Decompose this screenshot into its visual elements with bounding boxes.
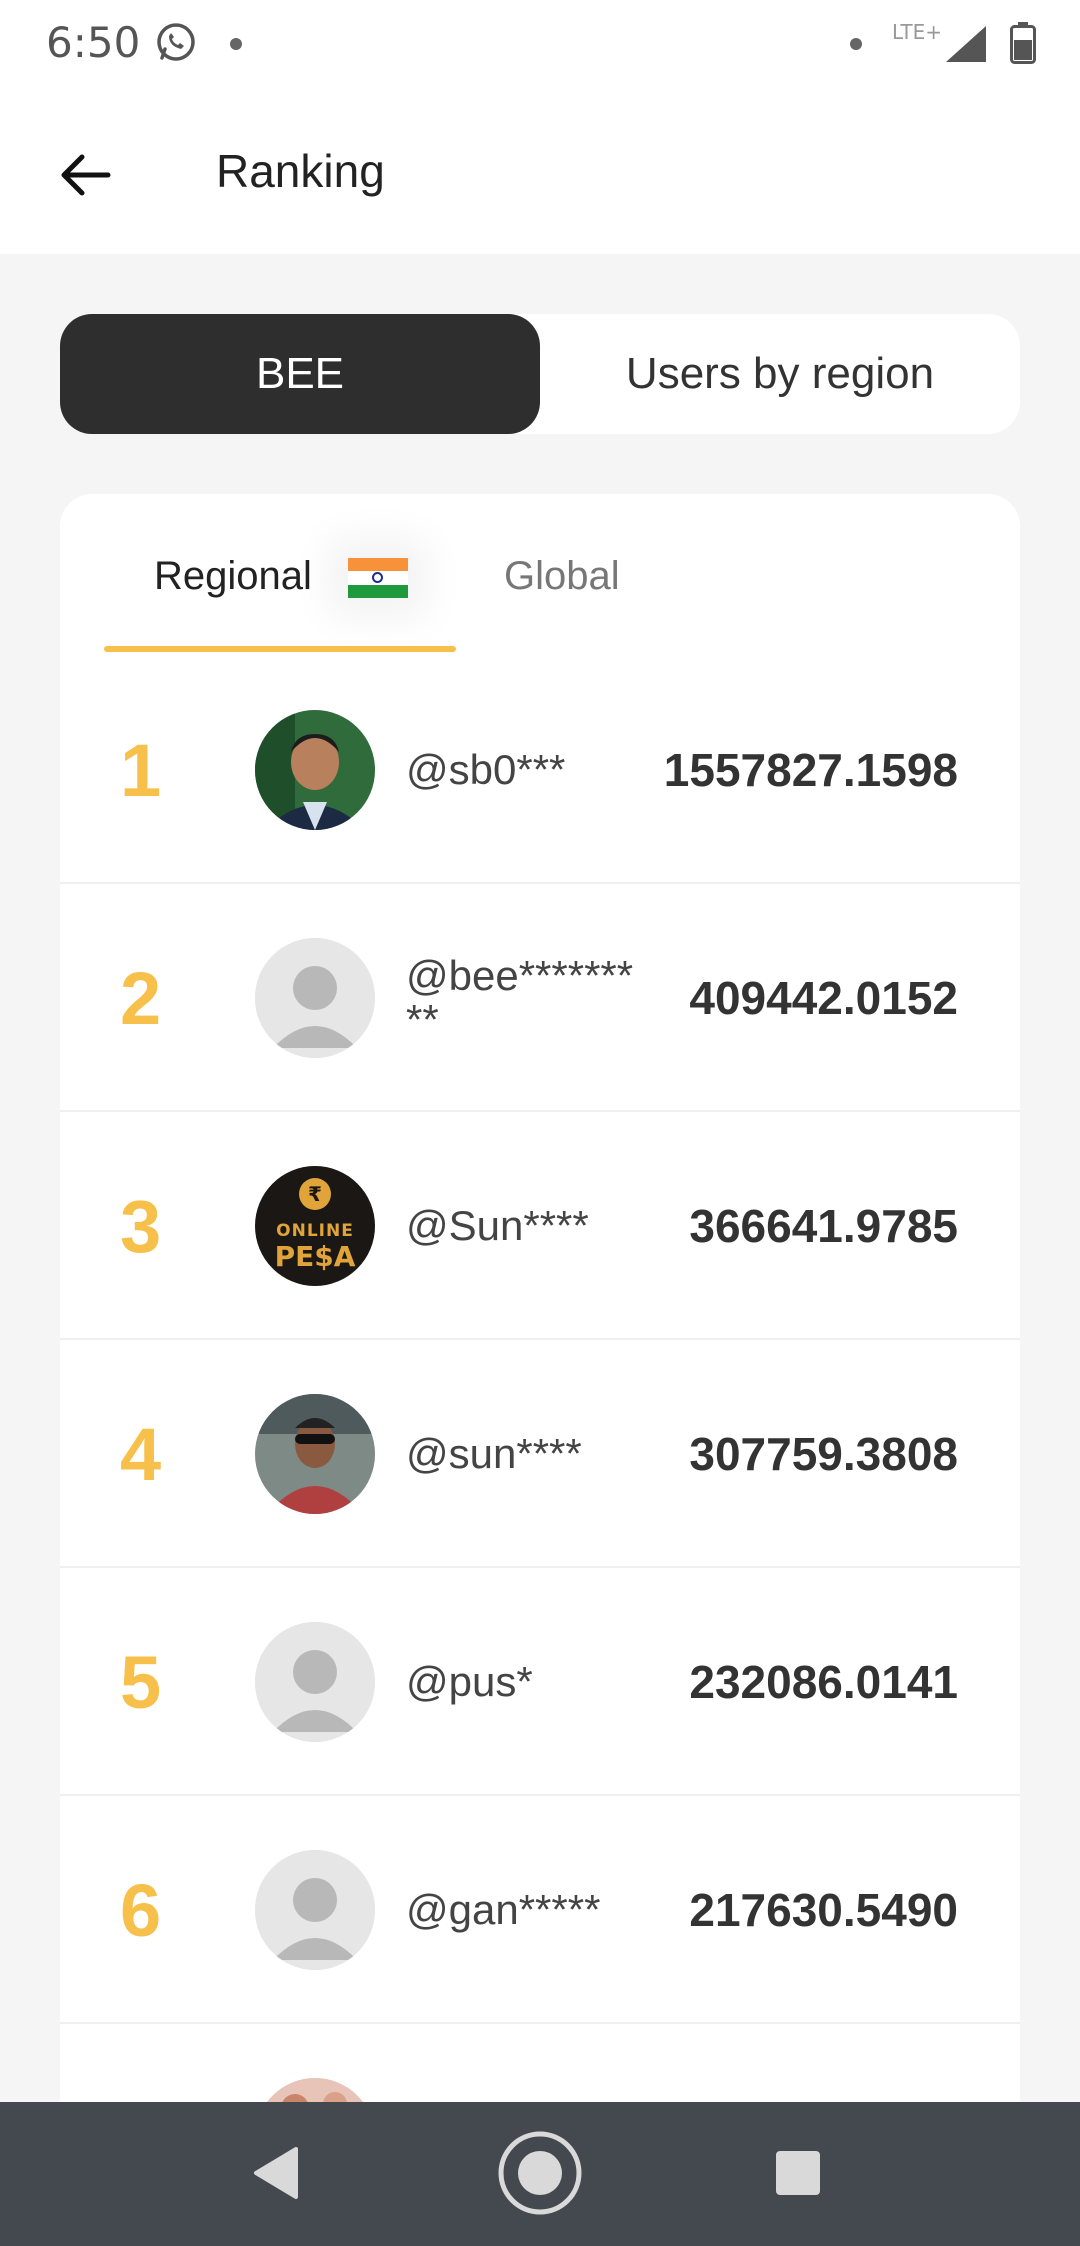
- svg-text:ONLINE: ONLINE: [276, 1221, 354, 1241]
- score: 409442.0152: [689, 972, 958, 1024]
- active-tab-indicator: [104, 646, 456, 652]
- username: @sb0***: [406, 745, 566, 793]
- default-avatar-icon: [255, 1622, 375, 1742]
- score: 217630.5490: [689, 1884, 958, 1936]
- circle-home-icon: [498, 2131, 582, 2215]
- avatar: [255, 710, 375, 830]
- tab-regional[interactable]: Regional: [154, 554, 312, 599]
- rank-number: 3: [120, 1184, 162, 1268]
- avatar: [255, 2078, 375, 2104]
- ranking-row[interactable]: 5 @pus* 232086.0141: [60, 1568, 1020, 1796]
- avatar: [255, 1622, 375, 1742]
- ranking-card: Regional Global 1 @sb0*** 1557827.1598 2: [60, 494, 1020, 2104]
- user-photo-icon: [255, 2078, 375, 2104]
- system-nav-bar: [0, 2102, 1080, 2246]
- square-recents-icon: [776, 2151, 820, 2195]
- svg-text:PE$A: PE$A: [275, 1240, 356, 1273]
- avatar: [255, 1394, 375, 1514]
- ranking-row[interactable]: 1 @sb0*** 1557827.1598: [60, 656, 1020, 884]
- svg-text:₹: ₹: [308, 1182, 322, 1206]
- india-flag-icon: [348, 558, 408, 598]
- triangle-back-icon: [254, 2147, 298, 2199]
- scope-tabs: Regional Global: [60, 494, 1020, 654]
- rank-number: 4: [120, 1412, 162, 1496]
- back-button[interactable]: [50, 140, 120, 210]
- tab-global[interactable]: Global: [504, 554, 620, 599]
- nav-recents-button[interactable]: [753, 2128, 843, 2218]
- rank-number: 7: [120, 2024, 161, 2105]
- notification-dot-icon: [230, 38, 242, 50]
- username: @pus*: [406, 1657, 533, 1705]
- bee-segment-button[interactable]: BEE: [60, 314, 540, 434]
- page-title: Ranking: [216, 145, 385, 197]
- rank-number: 5: [120, 1640, 162, 1724]
- nav-back-button[interactable]: [230, 2128, 320, 2218]
- default-avatar-icon: [255, 938, 375, 1058]
- app-bar: Ranking: [0, 88, 1080, 254]
- signal-icon: [946, 26, 986, 62]
- ranking-row[interactable]: 3 ₹ ONLINE PE$A @Sun**** 366641.9785: [60, 1112, 1020, 1340]
- whatsapp-icon: [157, 23, 195, 61]
- users-by-region-segment-button[interactable]: Users by region: [540, 314, 1020, 434]
- arrow-left-icon: [61, 154, 111, 196]
- username: @sun****: [406, 1429, 582, 1477]
- username: [406, 2024, 646, 2104]
- avatar: ₹ ONLINE PE$A: [255, 1166, 375, 1286]
- score: 232086.0141: [689, 1656, 958, 1708]
- score: 366641.9785: [689, 1200, 958, 1252]
- user-photo-icon: [255, 710, 375, 830]
- score: 1557827.1598: [663, 744, 958, 796]
- username: @gan*****: [406, 1885, 601, 1933]
- status-dot-icon: [850, 38, 862, 50]
- score: 307759.3808: [689, 1428, 958, 1480]
- rank-number: 1: [120, 728, 162, 812]
- username: @Sun****: [406, 1201, 589, 1249]
- status-time: 6:50: [46, 18, 141, 67]
- user-photo-icon: [255, 1394, 375, 1514]
- rank-number: 6: [120, 1868, 162, 1952]
- online-pesa-logo: ₹ ONLINE PE$A: [255, 1166, 375, 1286]
- status-bar: 6:50 LTE+: [0, 0, 1080, 88]
- default-avatar-icon: [255, 1850, 375, 1970]
- avatar: [255, 938, 375, 1058]
- avatar: [255, 1850, 375, 1970]
- username: @bee*********: [406, 951, 634, 1043]
- ranking-row[interactable]: 7: [60, 2024, 1020, 2104]
- nav-home-button[interactable]: [495, 2128, 585, 2218]
- ranking-row[interactable]: 4 @sun**** 307759.3808: [60, 1340, 1020, 1568]
- battery-icon: [1010, 22, 1036, 64]
- rank-number: 2: [120, 956, 162, 1040]
- network-type: LTE+: [892, 20, 942, 44]
- ranking-row[interactable]: 2 @bee********* 409442.0152: [60, 884, 1020, 1112]
- ranking-row[interactable]: 6 @gan***** 217630.5490: [60, 1796, 1020, 2024]
- ranking-type-segment: BEE Users by region: [60, 314, 1020, 434]
